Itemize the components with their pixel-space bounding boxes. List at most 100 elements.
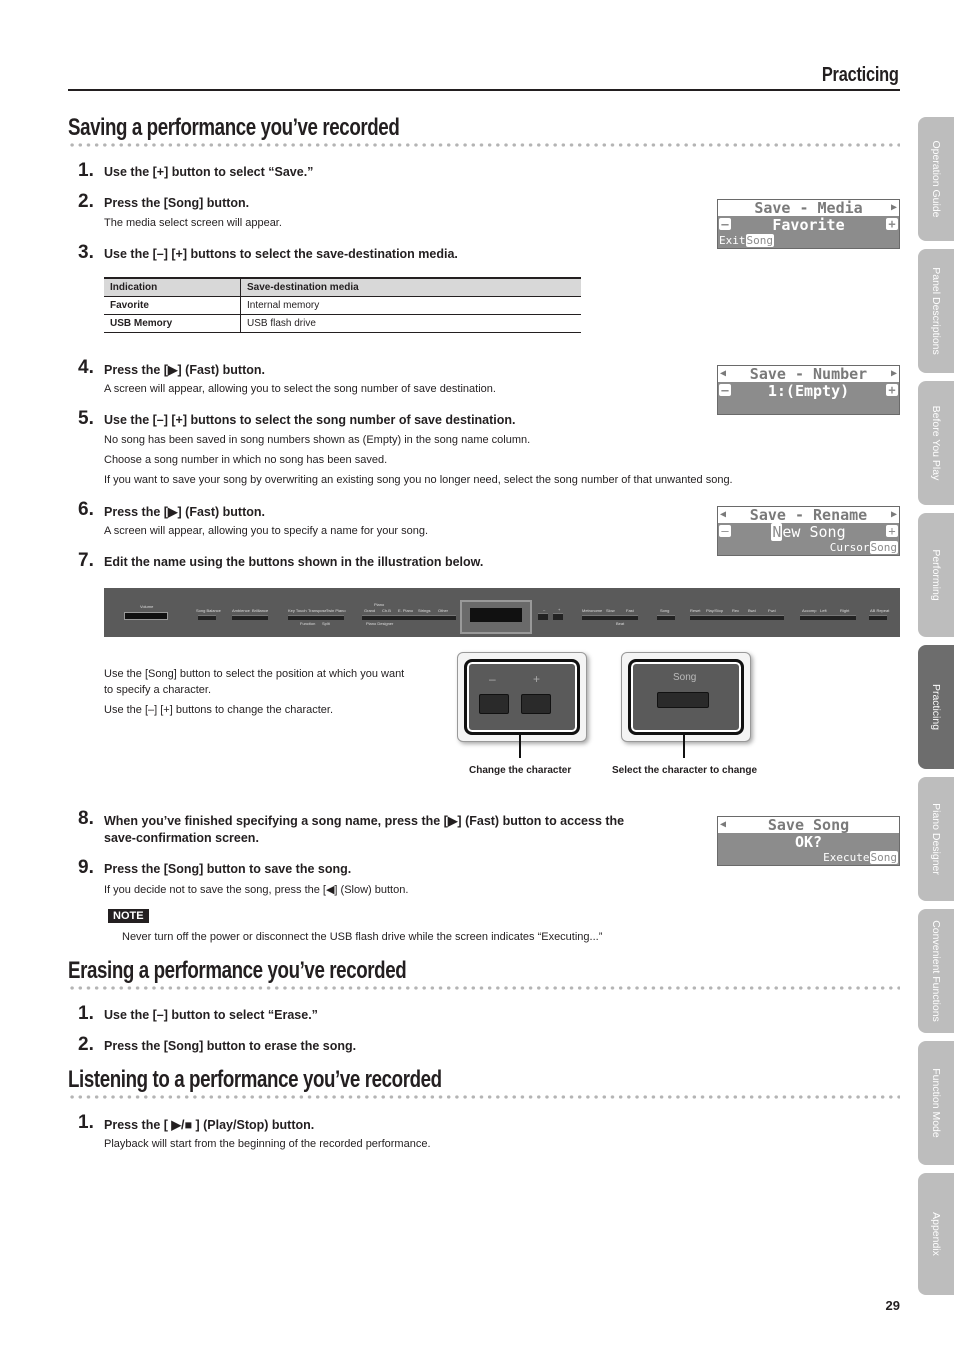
table-cell: USB flash drive [240, 314, 581, 333]
step-number: 1. [78, 160, 94, 181]
lcd-title: Save - Media [754, 199, 863, 217]
step-body: Playback will start from the beginning o… [104, 1138, 431, 1150]
panel-label: Fwd [768, 608, 776, 613]
step-title: Use the [–] [+] buttons to select the so… [104, 413, 516, 427]
side-tab-label: Panel Descriptions [930, 267, 942, 355]
step-title: Press the [▶] (Fast) button. [104, 363, 266, 377]
panel-label: Reset [690, 608, 701, 613]
panel-label: Split [322, 621, 330, 626]
step-body: If you want to save your song by overwri… [104, 474, 733, 486]
step-body: The media select screen will appear. [104, 217, 282, 229]
panel-label: Grand [364, 608, 376, 613]
right-arrow-icon: ▶ [890, 509, 897, 520]
section-title-listening: Listening to a performance you’ve record… [68, 1066, 442, 1093]
side-tab-performing[interactable]: Performing [918, 513, 954, 637]
step-title: Press the [Song] button to save the song… [104, 862, 352, 876]
left-arrow-icon: ◀ [720, 819, 727, 830]
panel-label: Volume [140, 604, 154, 609]
table-header: Save-destination media [240, 277, 581, 297]
panel-label: Brilliance [252, 608, 269, 613]
step-title: Edit the name using the buttons shown in… [104, 555, 484, 569]
right-arrow-icon: ▶ [890, 202, 897, 213]
step-title: Use the [–] button to select “Erase.” [104, 1008, 318, 1022]
dotted-divider [68, 143, 900, 147]
step-number: 1. [78, 1003, 94, 1024]
side-tab-convenient-functions[interactable]: Convenient Functions [918, 909, 954, 1033]
step-number: 6. [78, 499, 94, 520]
plus-icon: + [886, 384, 898, 396]
panel-label: Song Balance [196, 608, 221, 613]
table-cell: Internal memory [240, 296, 581, 315]
step-number: 5. [78, 408, 94, 429]
step-number: 2. [78, 1034, 94, 1055]
side-tab-label: Convenient Functions [930, 920, 942, 1022]
piano-panel-illustration: Volume Song Balance Ambience Brilliance … [104, 588, 900, 637]
panel-label: Right [840, 608, 850, 613]
side-tab-panel-descriptions[interactable]: Panel Descriptions [918, 249, 954, 373]
lcd-save-rename: ◀ Save - Rename ▶ – New Song + CursorSong [717, 506, 900, 556]
table-cell: USB Memory [104, 314, 241, 333]
step-body: A screen will appear, allowing you to sp… [104, 525, 429, 537]
panel-label: Twin Piano [326, 608, 346, 613]
display-screen [470, 608, 522, 622]
panel-button [582, 615, 638, 620]
song-button [657, 615, 675, 620]
minus-icon: – [719, 525, 731, 537]
panel-label: Ambience [232, 608, 250, 613]
side-tab-practicing[interactable]: Practicing [918, 645, 954, 769]
section-title-erasing: Erasing a performance you’ve recorded [68, 957, 407, 984]
step-body: A screen will appear, allowing you to se… [104, 383, 496, 395]
chapter-title: Practicing [822, 64, 899, 86]
side-tab-label: Function Mode [930, 1068, 942, 1138]
side-tab-label: Appendix [930, 1212, 942, 1256]
lcd-hint: Execute [823, 851, 870, 864]
panel-label: Transpose [308, 608, 327, 613]
panel-label: Fast [626, 608, 634, 613]
panel-label: AB Repeat [870, 608, 890, 613]
panel-label: Rec [732, 608, 740, 613]
step-title: Use the [+] button to select “Save.” [104, 165, 314, 179]
side-tab-appendix[interactable]: Appendix [918, 1173, 954, 1295]
panel-label: Metronome [582, 608, 603, 613]
lcd-save-media: Save - Media ▶ – Favorite + ExitSong [717, 199, 900, 249]
side-tab-function-mode[interactable]: Function Mode [918, 1041, 954, 1165]
lcd-value: 1:(Empty) [767, 382, 850, 400]
step-number: 9. [78, 857, 94, 878]
note-badge: NOTE [108, 909, 149, 923]
leader-line [683, 732, 685, 758]
lcd-save-song: ◀ Save Song OK? ExecuteSong [717, 816, 900, 866]
lcd-hint: Cursor [829, 541, 870, 554]
plus-icon: + [886, 218, 898, 230]
minus-icon: – [719, 218, 731, 230]
illustration-text: Use the [–] [+] buttons to change the ch… [104, 704, 334, 716]
side-tab-operation-guide[interactable]: Operation Guide [918, 117, 954, 241]
song-button [657, 692, 709, 708]
song-label: Song [673, 672, 697, 683]
side-tab-before-you-play[interactable]: Before You Play [918, 381, 954, 505]
step-title: Press the [Song] button to erase the son… [104, 1039, 357, 1053]
panel-button [232, 615, 268, 620]
media-table: Indication Save-destination media Favori… [104, 277, 581, 333]
panel-label: Piano Designer [366, 621, 394, 626]
section-title-saving: Saving a performance you’ve recorded [68, 114, 400, 141]
lcd-song-badge: Song [745, 234, 774, 247]
panel-label: Function [300, 621, 316, 626]
table-row: Favorite Internal memory [104, 296, 581, 315]
step-title: Use the [–] [+] buttons to select the sa… [104, 247, 458, 261]
dotted-divider [68, 1095, 900, 1099]
plus-button [521, 694, 551, 714]
callout-zoom-area: Song [628, 659, 744, 735]
lcd-value: OK? [794, 833, 823, 851]
side-tab-label: Performing [930, 549, 942, 601]
panel-label: Song [660, 608, 670, 613]
step-title: Press the [▶] (Fast) button. [104, 505, 266, 519]
lcd-value: Favorite [772, 216, 845, 234]
table-header-row: Indication Save-destination media [104, 277, 581, 297]
side-tab-piano-designer[interactable]: Piano Designer [918, 777, 954, 901]
table-header: Indication [104, 277, 241, 297]
panel-label: Accomp [802, 608, 817, 613]
panel-button [869, 615, 887, 620]
leader-line [519, 732, 521, 758]
step-title: When you’ve finished specifying a song n… [104, 814, 625, 828]
volume-slider [124, 612, 168, 620]
